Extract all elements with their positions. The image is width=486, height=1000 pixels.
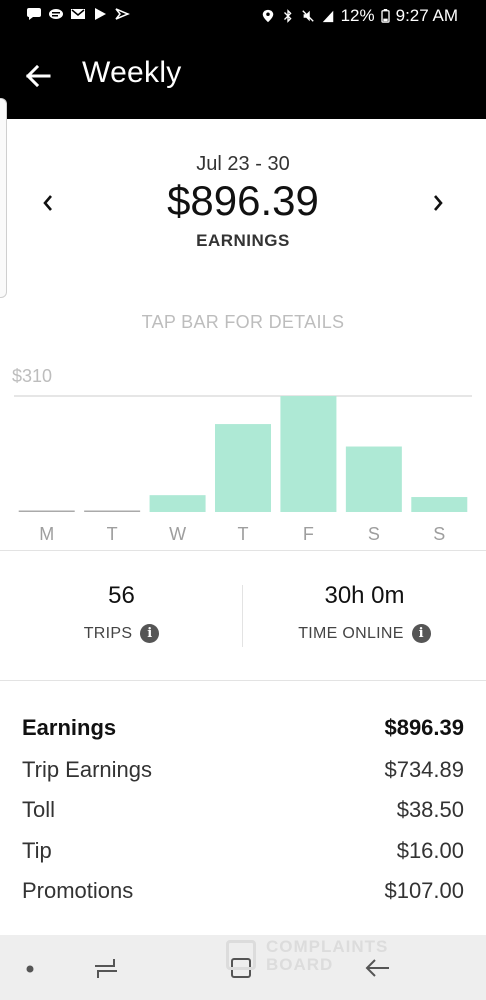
back-button[interactable] <box>20 58 56 94</box>
x-tick-label: T <box>107 524 118 544</box>
next-week-button[interactable] <box>424 189 452 217</box>
sprint-icon <box>115 8 130 20</box>
x-tick-label: S <box>368 524 380 544</box>
watermark-line1: COMPLAINTS <box>266 937 389 956</box>
chevron-left-icon <box>43 195 52 211</box>
chart-bar[interactable] <box>280 396 337 512</box>
dot-icon[interactable] <box>18 955 46 981</box>
message-icon <box>27 8 41 20</box>
chevron-right-icon <box>434 195 443 211</box>
x-tick-label: S <box>433 524 445 544</box>
time-online-label-row: TIME ONLINE i <box>243 624 486 643</box>
signal-icon <box>322 10 333 23</box>
divider <box>0 550 486 551</box>
x-tick-label: T <box>238 524 249 544</box>
total-earnings: $896.39 <box>167 177 319 224</box>
breakdown-value: $38.50 <box>396 797 464 822</box>
earnings-header-row: Earnings $896.39 <box>22 710 464 746</box>
x-tick-label: W <box>169 524 186 544</box>
breakdown-row-promotions: Promotions $107.00 <box>22 873 464 909</box>
watermark-line2: BOARD <box>266 955 334 974</box>
x-tick-label: M <box>39 524 54 544</box>
breakdown-row-toll: Toll $38.50 <box>22 792 464 828</box>
chart-hint: TAP BAR FOR DETAILS <box>141 312 345 332</box>
time-online-stat: 30h 0m TIME ONLINE i <box>243 582 486 643</box>
watermark: COMPLAINTS BOARD <box>226 938 446 978</box>
notification-icons <box>26 7 130 21</box>
info-icon[interactable]: i <box>140 624 160 643</box>
breakdown-value: $107.00 <box>384 878 464 903</box>
system-status: 12% 9:27 AM <box>261 6 458 26</box>
earnings-header-label: Earnings <box>22 715 117 740</box>
app-screen: 12% 9:27 AM Weekly Jul 23 - 30 $896.39 E… <box>0 0 486 1000</box>
bluetooth-icon <box>283 9 292 23</box>
chart-bar[interactable] <box>411 497 468 512</box>
trips-label: TRIPS <box>83 624 133 642</box>
earnings-summary: Jul 23 - 30 $896.39 EARNINGS <box>0 119 486 269</box>
play-icon <box>95 8 106 20</box>
chart-bar[interactable] <box>345 446 402 512</box>
status-bar: 12% 9:27 AM <box>0 0 486 34</box>
chart-bar[interactable] <box>215 424 271 512</box>
weekly-earnings-chart: $310 MTWTFSS <box>0 360 486 550</box>
watermark-logo <box>226 940 256 970</box>
arrow-left-icon <box>25 64 51 88</box>
breakdown-row-tip: Tip $16.00 <box>22 833 464 869</box>
chart-bar[interactable] <box>84 510 141 513</box>
location-icon <box>262 9 273 23</box>
breakdown-label: Tip <box>22 838 52 863</box>
breakdown-row-trip-earnings: Trip Earnings $734.89 <box>22 752 464 788</box>
chart-bar[interactable] <box>18 510 75 513</box>
breakdown-value: $734.89 <box>384 757 464 782</box>
recent-apps-icon[interactable] <box>92 955 120 981</box>
battery-percent: 12% <box>340 6 375 25</box>
page-title: Weekly <box>82 56 182 89</box>
chart-plot: MTWTFSS <box>14 395 472 544</box>
trips-label-row: TRIPS i <box>0 624 243 643</box>
breakdown-label: Trip Earnings <box>22 757 153 782</box>
app-bar: Weekly <box>0 34 486 119</box>
chart-bar[interactable] <box>149 495 206 512</box>
earnings-header-value: $896.39 <box>384 715 464 740</box>
breakdown-label: Promotions <box>22 878 134 903</box>
clock: 9:27 AM <box>395 6 458 25</box>
breakdown-value: $16.00 <box>396 838 464 863</box>
breakdown-label: Toll <box>22 797 56 822</box>
total-earnings-label: EARNINGS <box>196 231 290 250</box>
x-tick-label: F <box>303 524 314 544</box>
previous-week-button[interactable] <box>34 189 62 217</box>
time-online-label: TIME ONLINE <box>298 624 404 642</box>
trips-stat: 56 TRIPS i <box>0 582 243 643</box>
date-range: Jul 23 - 30 <box>196 153 290 175</box>
mute-icon <box>301 10 314 22</box>
info-icon[interactable]: i <box>411 624 431 643</box>
mail-icon <box>71 9 85 19</box>
battery-icon <box>380 9 390 23</box>
chat-icon <box>49 9 63 19</box>
trips-value: 56 <box>108 582 135 609</box>
time-online-value: 30h 0m <box>324 582 405 609</box>
divider <box>0 680 486 681</box>
